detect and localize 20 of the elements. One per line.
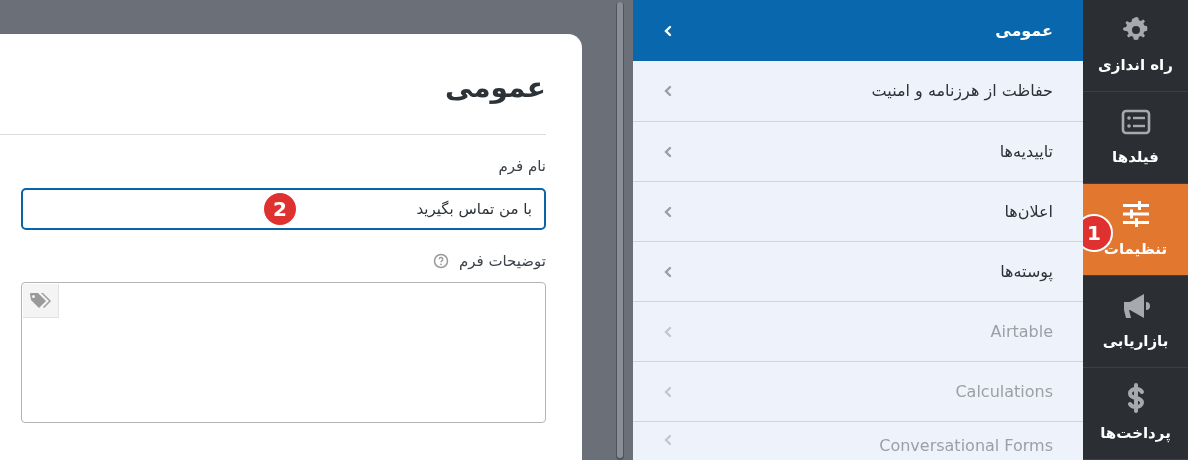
step-badge: 2 — [262, 190, 298, 227]
settings-menu-item[interactable]: عمومی — [633, 0, 1083, 61]
panel-title: عمومی — [0, 68, 546, 135]
scrollbar[interactable] — [606, 0, 633, 460]
field-label: نام فرم — [498, 156, 546, 177]
chevron-icon — [663, 24, 673, 37]
field-label: توضیحات فرم — [458, 250, 546, 272]
description-field[interactable] — [21, 282, 546, 423]
tag-icon — [28, 291, 53, 310]
chevron-icon — [663, 434, 673, 446]
chevron-icon — [663, 85, 673, 97]
chevron-icon — [663, 385, 673, 398]
chevron-icon — [663, 325, 673, 338]
scrollbar-thumb[interactable] — [616, 2, 623, 458]
help-icon[interactable] — [432, 252, 449, 269]
settings-menu-item[interactable]: حفاظت از هرزنامه و امنیت — [633, 61, 1083, 121]
chevron-icon — [663, 145, 673, 158]
merge-tags-button[interactable] — [23, 284, 59, 318]
chevron-icon — [663, 265, 673, 278]
chevron-icon — [663, 205, 673, 218]
